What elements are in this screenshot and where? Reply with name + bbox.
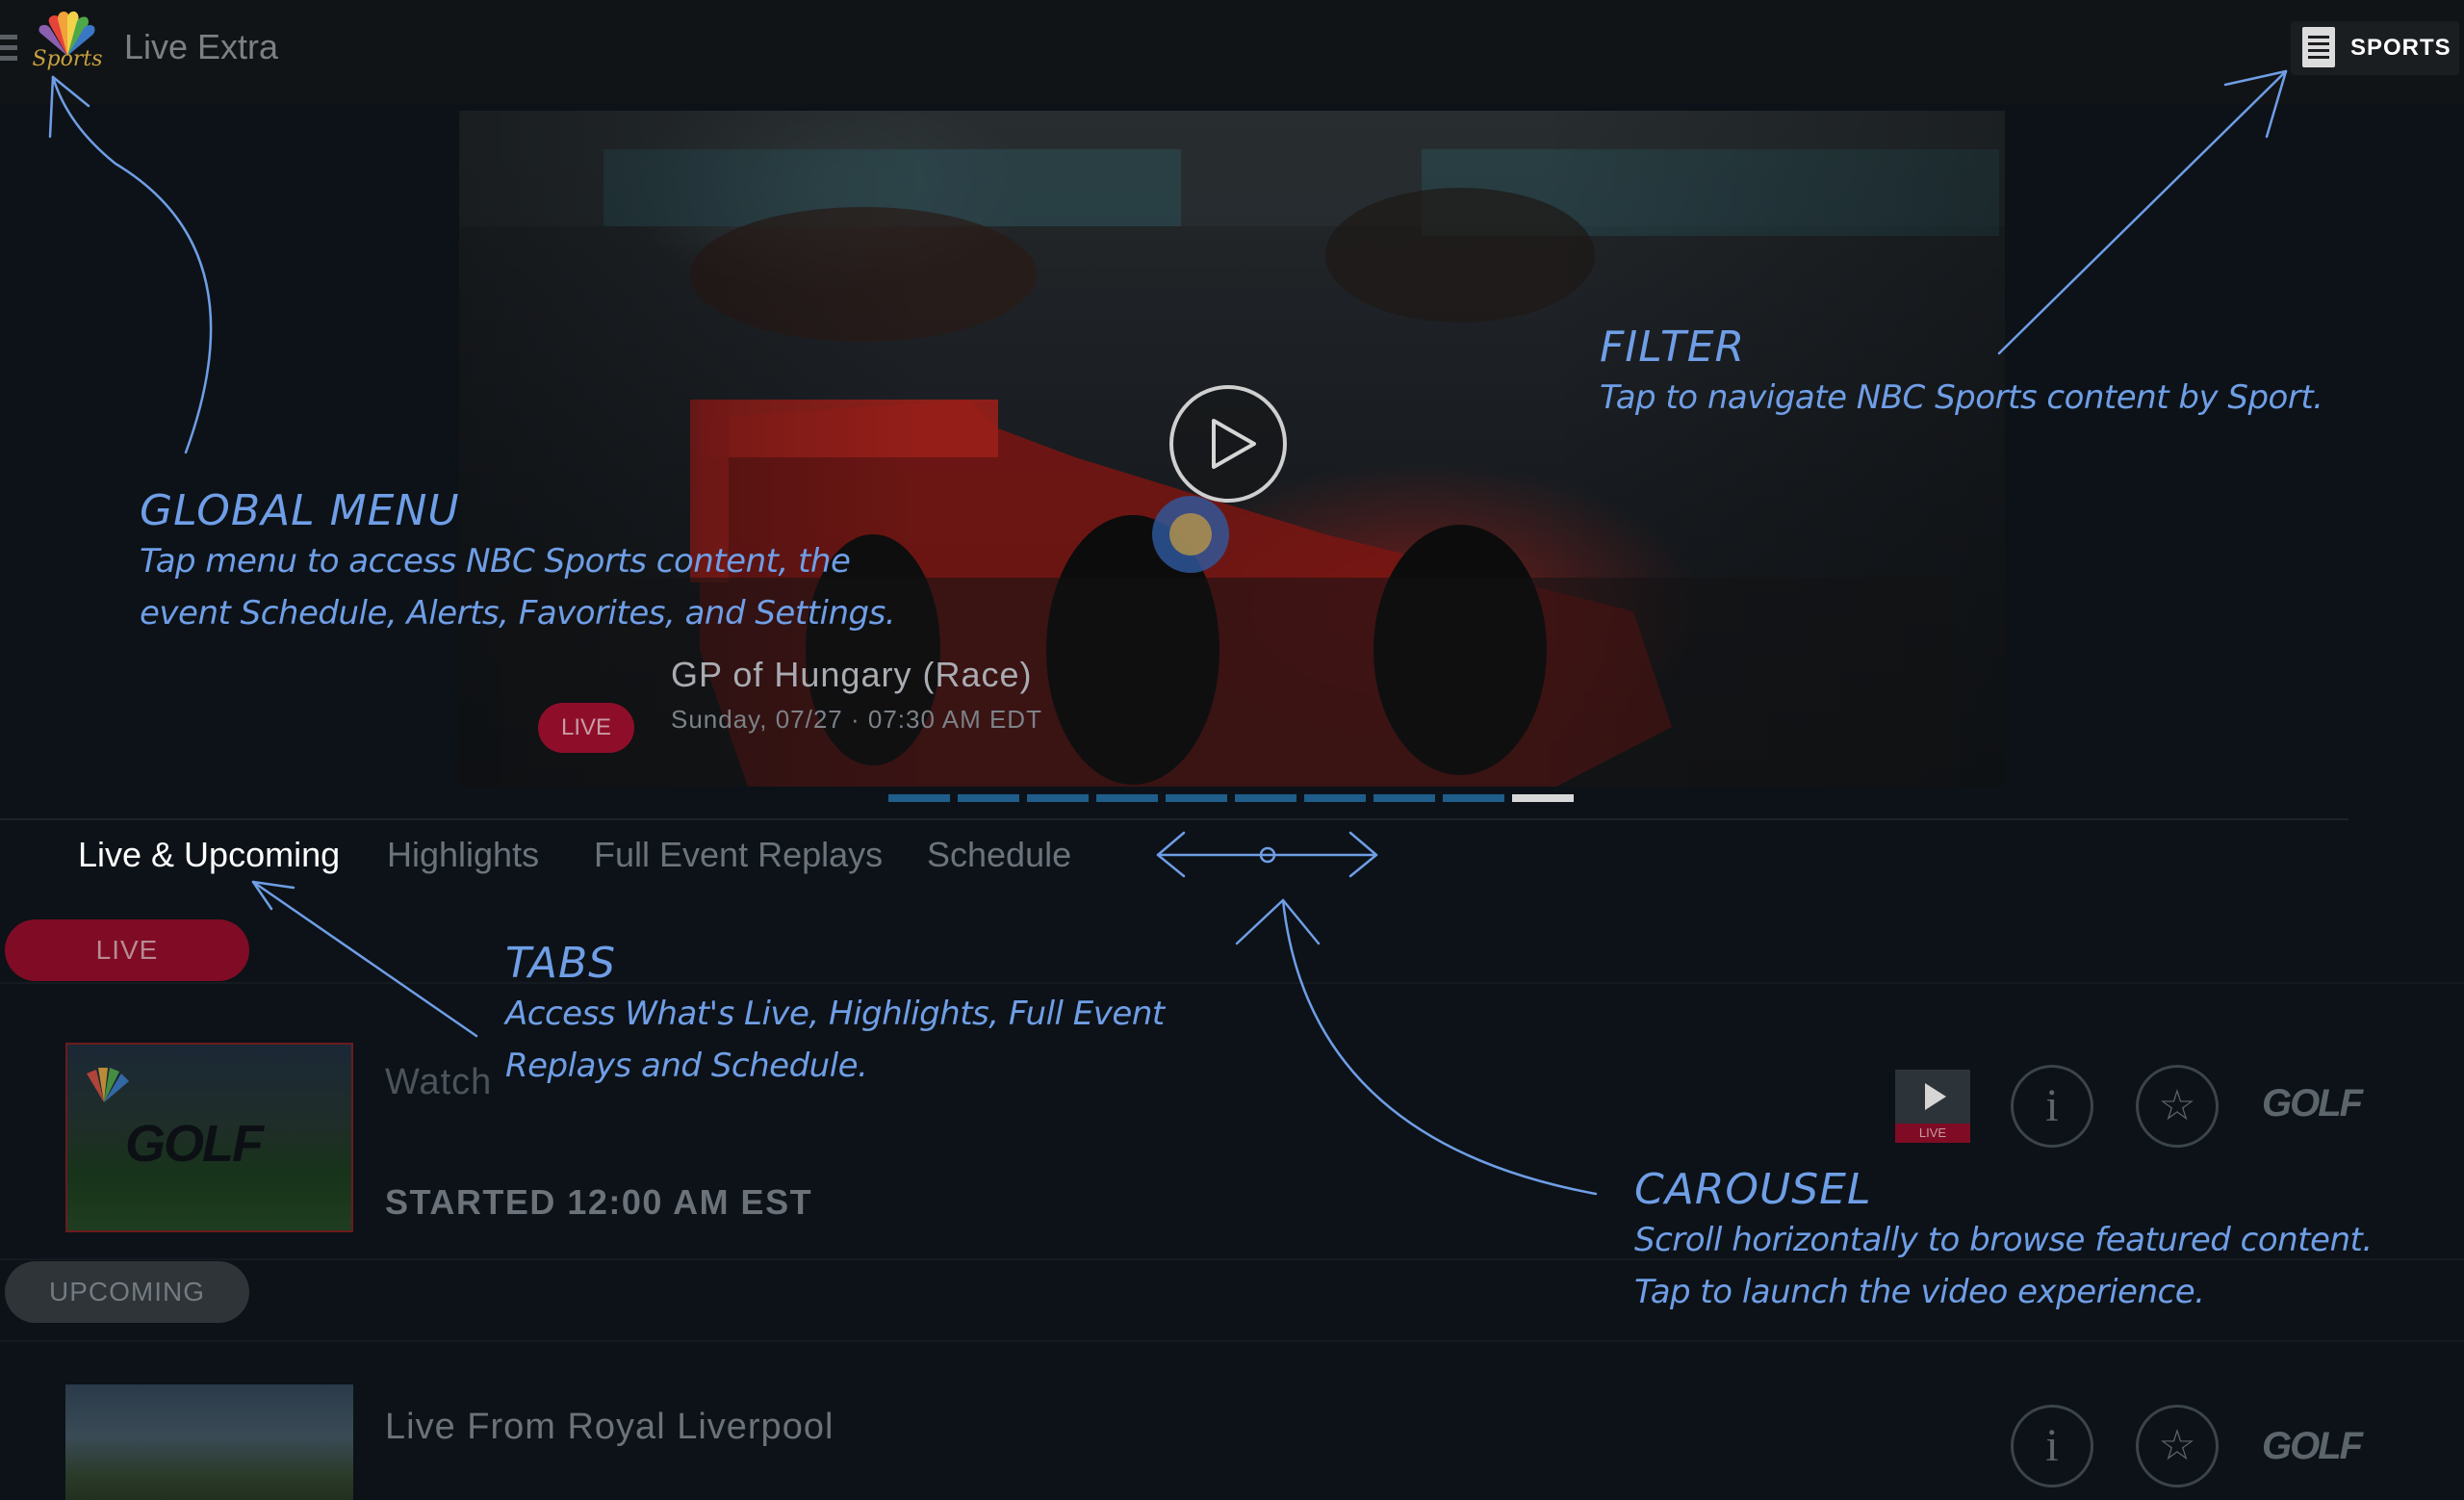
tabs-annotation: TABS Access What's Live, Highlights, Ful… bbox=[505, 939, 1165, 1092]
filter-annotation: FILTER Tap to navigate NBC Sports conten… bbox=[1600, 323, 2323, 424]
annotation-title: TABS bbox=[505, 939, 617, 988]
annotation-line: Replays and Schedule. bbox=[505, 1047, 868, 1085]
global-menu-annotation: GLOBAL MENU Tap menu to access NBC Sport… bbox=[140, 486, 896, 639]
annotation-title: GLOBAL MENU bbox=[140, 486, 460, 535]
annotation-line: Access What's Live, Highlights, Full Eve… bbox=[505, 995, 1165, 1033]
annotation-title: FILTER bbox=[1600, 323, 1746, 372]
annotation-line: Tap menu to access NBC Sports content, t… bbox=[140, 542, 851, 581]
annotation-line: Tap to launch the video experience. bbox=[1634, 1273, 2205, 1311]
annotation-line: event Schedule, Alerts, Favorites, and S… bbox=[140, 594, 896, 633]
annotation-title: CAROUSEL bbox=[1634, 1165, 1872, 1214]
carousel-annotation: CAROUSEL Scroll horizontally to browse f… bbox=[1634, 1165, 2373, 1318]
annotation-line: Scroll horizontally to browse featured c… bbox=[1634, 1221, 2373, 1259]
annotation-line: Tap to navigate NBC Sports content by Sp… bbox=[1600, 378, 2323, 417]
